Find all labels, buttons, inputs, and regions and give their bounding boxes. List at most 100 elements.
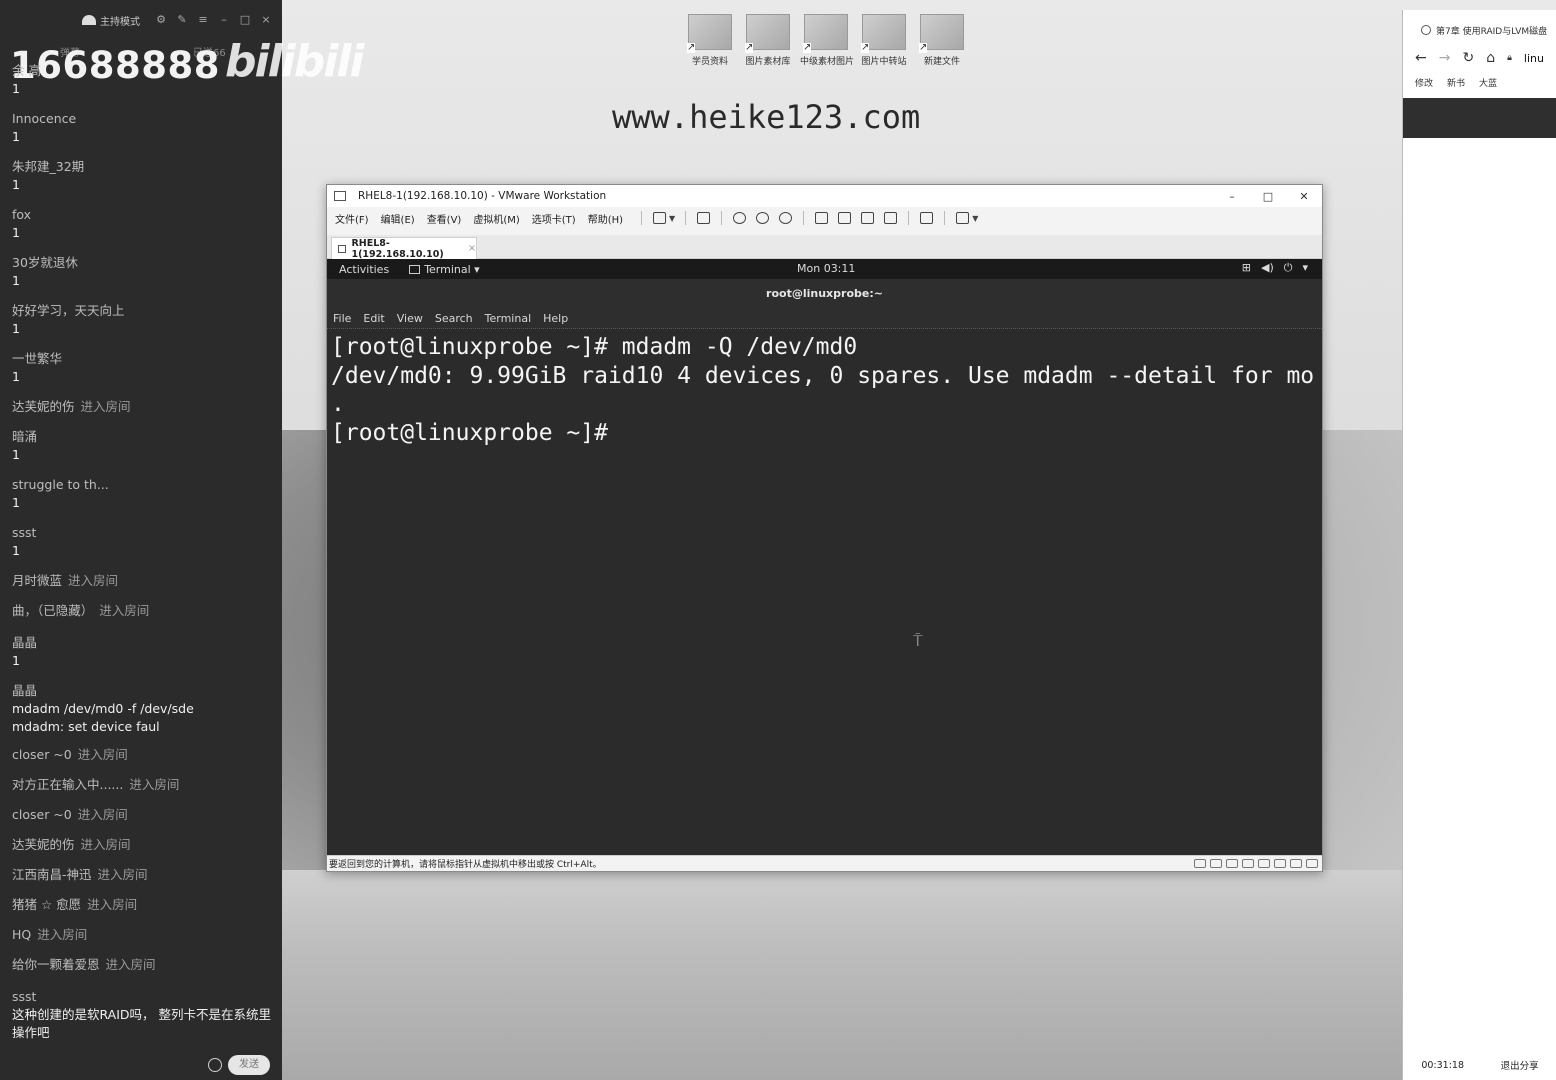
full-screen-icon[interactable] — [861, 212, 875, 224]
desktop-icon[interactable]: 新建文件 — [916, 14, 968, 67]
close-icon[interactable]: ✕ — [1286, 190, 1322, 203]
chat-username[interactable]: fox — [12, 206, 274, 224]
chat-username[interactable]: 月时微蓝 — [12, 573, 62, 588]
cd-icon[interactable] — [1274, 859, 1286, 868]
chat-username[interactable]: closer ~0 — [12, 747, 72, 762]
chat-text: 1 — [12, 321, 20, 336]
chat-username[interactable]: ssst — [12, 988, 274, 1006]
chat-username[interactable]: 晶晶 — [12, 682, 274, 700]
desktop-icon[interactable]: 图片素材库 — [742, 14, 794, 67]
minimize-icon[interactable]: – — [218, 14, 230, 26]
maximize-icon[interactable]: □ — [1250, 190, 1286, 203]
unity-icon[interactable] — [884, 212, 898, 224]
forward-icon[interactable]: → — [1439, 50, 1451, 66]
tab-rhel8-1[interactable]: RHEL8-1(192.168.10.10) × — [331, 237, 477, 260]
guest-screen[interactable]: Activities Terminal ▾ Mon 03:11 ⊞ ◀) ⏻ ▾… — [327, 259, 1322, 855]
display-icon[interactable] — [1306, 859, 1318, 868]
desktop-icon[interactable]: 图片中转站 — [858, 14, 910, 67]
chat-username[interactable]: struggle to th... — [12, 476, 274, 494]
hard-disk-icon[interactable] — [1210, 859, 1222, 868]
chat-username[interactable]: 30岁就退休 — [12, 254, 274, 272]
send-ctrl-alt-del-icon[interactable] — [697, 212, 711, 224]
chat-join-notice: 进入房间 — [68, 573, 119, 588]
thumbnail-view-icon[interactable] — [838, 212, 852, 224]
chat-username[interactable]: 达芙妮的伤 — [12, 399, 75, 414]
menu-view[interactable]: 查看(V) — [427, 211, 462, 226]
menu-tabs[interactable]: 选项卡(T) — [532, 211, 576, 226]
chat-username[interactable]: 达芙妮的伤 — [12, 837, 75, 852]
activities-button[interactable]: Activities — [339, 263, 389, 276]
chat-username[interactable]: 江西南昌-神迅 — [12, 867, 92, 882]
menu-vm[interactable]: 虚拟机(M) — [473, 211, 519, 226]
system-tray[interactable]: ⊞ ◀) ⏻ ▾ — [1242, 261, 1308, 275]
bookmark-item[interactable]: 大蓝 — [1479, 76, 1497, 89]
terminal-menu-terminal[interactable]: Terminal — [485, 312, 532, 325]
chat-username[interactable]: 暗涌 — [12, 428, 274, 446]
desktop-icon[interactable]: 学员资料 — [684, 14, 736, 67]
chevron-down-icon[interactable]: ▼ — [972, 214, 978, 223]
chat-username[interactable]: 曲，（已隐藏） — [12, 603, 93, 618]
hard-disk-icon[interactable] — [1226, 859, 1238, 868]
hard-disk-icon[interactable] — [1242, 859, 1254, 868]
clock[interactable]: Mon 03:11 — [797, 262, 855, 275]
settings-icon[interactable]: ⚙ — [155, 14, 167, 26]
chat-username[interactable]: 好好学习，天天向上 — [12, 302, 274, 320]
home-icon[interactable]: ⌂ — [1486, 50, 1495, 66]
snapshot-manager-icon[interactable] — [779, 212, 793, 224]
terminal-menu-file[interactable]: File — [333, 312, 351, 325]
chat-username[interactable]: 猪猪 ☆ 愈愿 — [12, 897, 81, 912]
chat-text: 1 — [12, 447, 20, 462]
chat-username[interactable]: ssst — [12, 524, 274, 542]
terminal-app-menu[interactable]: Terminal ▾ — [409, 263, 480, 276]
stretch-icon[interactable] — [956, 212, 970, 224]
tab-close-icon[interactable]: × — [468, 243, 476, 254]
address-bar[interactable]: linu — [1524, 52, 1544, 65]
menu-file[interactable]: 文件(F) — [335, 211, 369, 226]
revert-snapshot-icon[interactable] — [756, 212, 770, 224]
terminal-menu-help[interactable]: Help — [543, 312, 568, 325]
chat-message: 晶晶 1 — [12, 634, 274, 670]
exit-share-button[interactable]: 退出分享 — [1501, 1058, 1539, 1072]
browser-tab[interactable]: 第7章 使用RAID与LVM磁盘 — [1403, 18, 1556, 42]
terminal-menu-edit[interactable]: Edit — [363, 312, 384, 325]
send-button[interactable]: 发送 — [228, 1055, 270, 1075]
terminal-body[interactable]: [root@linuxprobe ~]# mdadm -Q /dev/md0 /… — [327, 329, 1322, 855]
terminal-menu-search[interactable]: Search — [435, 312, 473, 325]
minimize-icon[interactable]: – — [1214, 190, 1250, 203]
maximize-icon[interactable]: □ — [239, 14, 251, 26]
bookmark-item[interactable]: 修改 — [1415, 76, 1433, 89]
chat-join-notice: 进入房间 — [80, 837, 131, 852]
terminal-line: [root@linuxprobe ~]# mdadm -Q /dev/md0 — [331, 334, 858, 360]
hard-disk-icon[interactable] — [1258, 859, 1270, 868]
chat-username[interactable]: 晶晶 — [12, 634, 274, 652]
chat-username[interactable]: HQ — [12, 927, 31, 942]
chevron-down-icon[interactable]: ▼ — [669, 214, 675, 223]
vm-tab-icon — [338, 244, 347, 253]
back-icon[interactable]: ← — [1415, 50, 1427, 66]
reload-icon[interactable]: ↻ — [1462, 50, 1474, 66]
chat-username[interactable]: 朱邦建_32期 — [12, 158, 274, 176]
pin-icon[interactable]: ≡ — [197, 14, 209, 26]
pause-icon[interactable] — [653, 212, 667, 224]
console-icon[interactable] — [920, 212, 934, 224]
terminal-menu-view[interactable]: View — [397, 312, 423, 325]
chat-username[interactable]: closer ~0 — [12, 807, 72, 822]
edit-icon[interactable]: ✎ — [176, 14, 188, 26]
hard-disk-icon[interactable] — [1194, 859, 1206, 868]
emoji-icon[interactable] — [208, 1058, 222, 1072]
host-mode[interactable]: 主持模式 — [82, 13, 140, 28]
network-adapter-icon[interactable] — [1290, 859, 1302, 868]
chat-username[interactable]: 对方正在输入中...... — [12, 777, 123, 792]
snapshot-icon[interactable] — [733, 212, 747, 224]
chat-message: 对方正在输入中...... 进入房间 — [12, 776, 274, 794]
menu-edit[interactable]: 编辑(E) — [381, 211, 415, 226]
chat-username[interactable]: Innocence — [12, 110, 274, 128]
menu-help[interactable]: 帮助(H) — [588, 211, 623, 226]
library-view-icon[interactable] — [815, 212, 829, 224]
bookmark-item[interactable]: 新书 — [1447, 76, 1465, 89]
desktop-icon[interactable]: 中级素材图片 — [800, 14, 854, 67]
close-icon[interactable]: × — [260, 14, 272, 26]
terminal-line: . — [331, 391, 345, 417]
chat-username[interactable]: 一世繁华 — [12, 350, 274, 368]
chat-username[interactable]: 给你一颗着爱恩 — [12, 957, 100, 972]
